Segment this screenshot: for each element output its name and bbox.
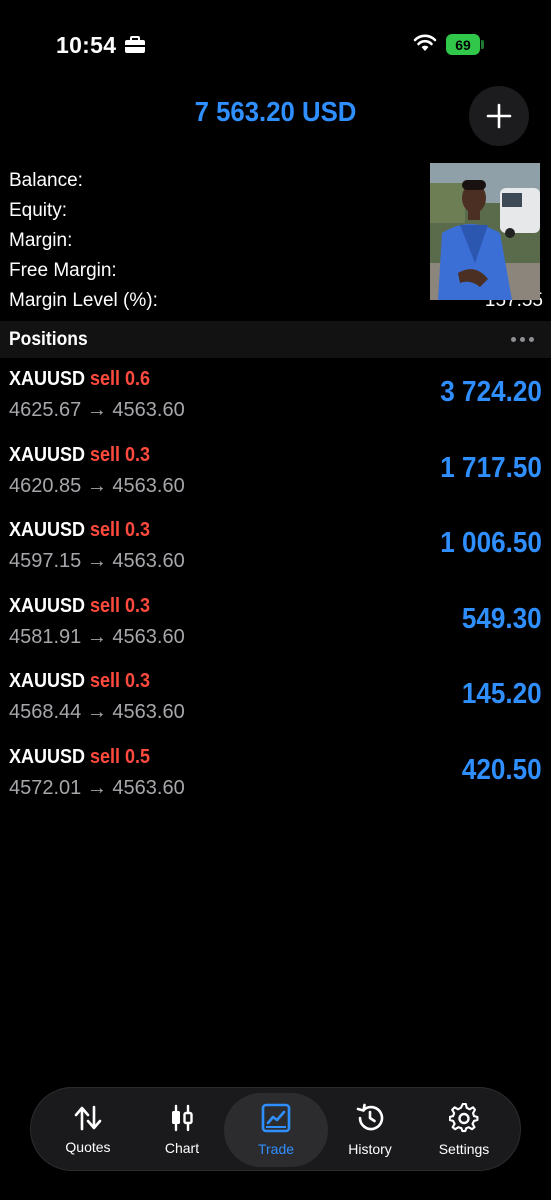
- trade-chart-icon: [261, 1103, 291, 1133]
- position-profit: 145.20: [462, 678, 542, 710]
- history-clock-icon: [356, 1103, 384, 1131]
- margin-label: Margin:: [9, 230, 73, 251]
- position-symbol: XAUUSD: [9, 745, 86, 768]
- position-title: XAUUSD sell 0.3: [9, 519, 150, 542]
- battery-tip: [481, 40, 484, 49]
- position-side: sell 0.3: [90, 670, 151, 692]
- position-title: XAUUSD sell 0.3: [9, 595, 150, 618]
- position-symbol: XAUUSD: [9, 443, 86, 466]
- position-side: sell 0.6: [90, 368, 151, 390]
- balance-label: Balance:: [9, 170, 83, 191]
- position-row[interactable]: XAUUSD sell 0.3 4568.44 → 4563.60 145.20: [0, 664, 551, 740]
- margin-level-label: Margin Level (%):: [9, 290, 158, 311]
- position-prices: 4625.67 → 4563.60: [9, 399, 185, 421]
- position-profit: 1 717.50: [440, 451, 542, 484]
- position-profit: 549.30: [462, 602, 542, 635]
- wifi-icon: [413, 34, 437, 51]
- tab-settings[interactable]: Settings: [417, 1088, 511, 1172]
- position-profit: 420.50: [462, 753, 542, 786]
- position-side: sell 0.3: [90, 443, 151, 466]
- position-profit: 3 724.20: [440, 376, 542, 408]
- position-side: sell 0.3: [90, 594, 151, 617]
- free-margin-label: Free Margin:: [9, 260, 117, 281]
- tab-trade[interactable]: Trade: [224, 1093, 328, 1167]
- plus-icon: [486, 103, 512, 129]
- tab-chart[interactable]: Chart: [135, 1088, 229, 1172]
- position-title: XAUUSD sell 0.3: [9, 444, 150, 467]
- briefcase-icon: [125, 36, 145, 53]
- tab-quotes[interactable]: Quotes: [41, 1088, 135, 1172]
- position-symbol: XAUUSD: [9, 519, 86, 541]
- position-prices: 4581.91 → 4563.60: [9, 625, 185, 648]
- tab-quotes-label: Quotes: [65, 1139, 111, 1155]
- tab-trade-label: Trade: [257, 1141, 295, 1157]
- position-prices: 4572.01 → 4563.60: [9, 776, 185, 799]
- tab-history-label: History: [348, 1141, 392, 1157]
- position-title: XAUUSD sell 0.5: [9, 746, 150, 769]
- video-overlay-photo[interactable]: [430, 163, 540, 300]
- position-row[interactable]: XAUUSD sell 0.3 4620.85 → 4563.60 1 717.…: [0, 438, 551, 514]
- positions-list: XAUUSD sell 0.6 4625.67 → 4563.60 3 724.…: [0, 362, 551, 815]
- positions-header: Positions: [0, 321, 551, 358]
- positions-title: Positions: [9, 329, 88, 350]
- position-row[interactable]: XAUUSD sell 0.6 4625.67 → 4563.60 3 724.…: [0, 362, 551, 438]
- tab-history[interactable]: History: [323, 1088, 417, 1172]
- more-options-icon[interactable]: [511, 337, 534, 342]
- position-prices: 4568.44 → 4563.60: [9, 701, 185, 723]
- position-symbol: XAUUSD: [9, 368, 86, 390]
- position-title: XAUUSD sell 0.6: [9, 368, 150, 391]
- tab-bar: Quotes Chart Trade History Settings: [30, 1087, 521, 1171]
- candlestick-chart-icon: [172, 1104, 193, 1132]
- battery-indicator: 69: [446, 34, 480, 55]
- position-side: sell 0.3: [90, 519, 151, 541]
- quotes-icon: [74, 1105, 102, 1131]
- status-time: 10:54: [56, 32, 117, 58]
- position-prices: 4597.15 → 4563.60: [9, 550, 185, 572]
- position-title: XAUUSD sell 0.3: [9, 670, 150, 693]
- equity-label: Equity:: [9, 200, 68, 221]
- position-prices: 4620.85 → 4563.60: [9, 474, 185, 497]
- account-total: 7 563.20 USD: [194, 96, 357, 127]
- position-symbol: XAUUSD: [9, 594, 86, 617]
- position-profit: 1 006.50: [440, 527, 542, 559]
- tab-chart-label: Chart: [164, 1140, 200, 1156]
- position-symbol: XAUUSD: [9, 670, 86, 692]
- position-row[interactable]: XAUUSD sell 0.5 4572.01 → 4563.60 420.50: [0, 740, 551, 816]
- battery-level: 69: [455, 36, 471, 53]
- new-order-button[interactable]: [469, 86, 529, 146]
- gear-icon: [449, 1103, 479, 1133]
- position-side: sell 0.5: [90, 745, 151, 768]
- status-bar: 10:54 69: [0, 0, 551, 90]
- position-row[interactable]: XAUUSD sell 0.3 4581.91 → 4563.60 549.30: [0, 589, 551, 665]
- tab-settings-label: Settings: [438, 1141, 490, 1157]
- position-row[interactable]: XAUUSD sell 0.3 4597.15 → 4563.60 1 006.…: [0, 513, 551, 589]
